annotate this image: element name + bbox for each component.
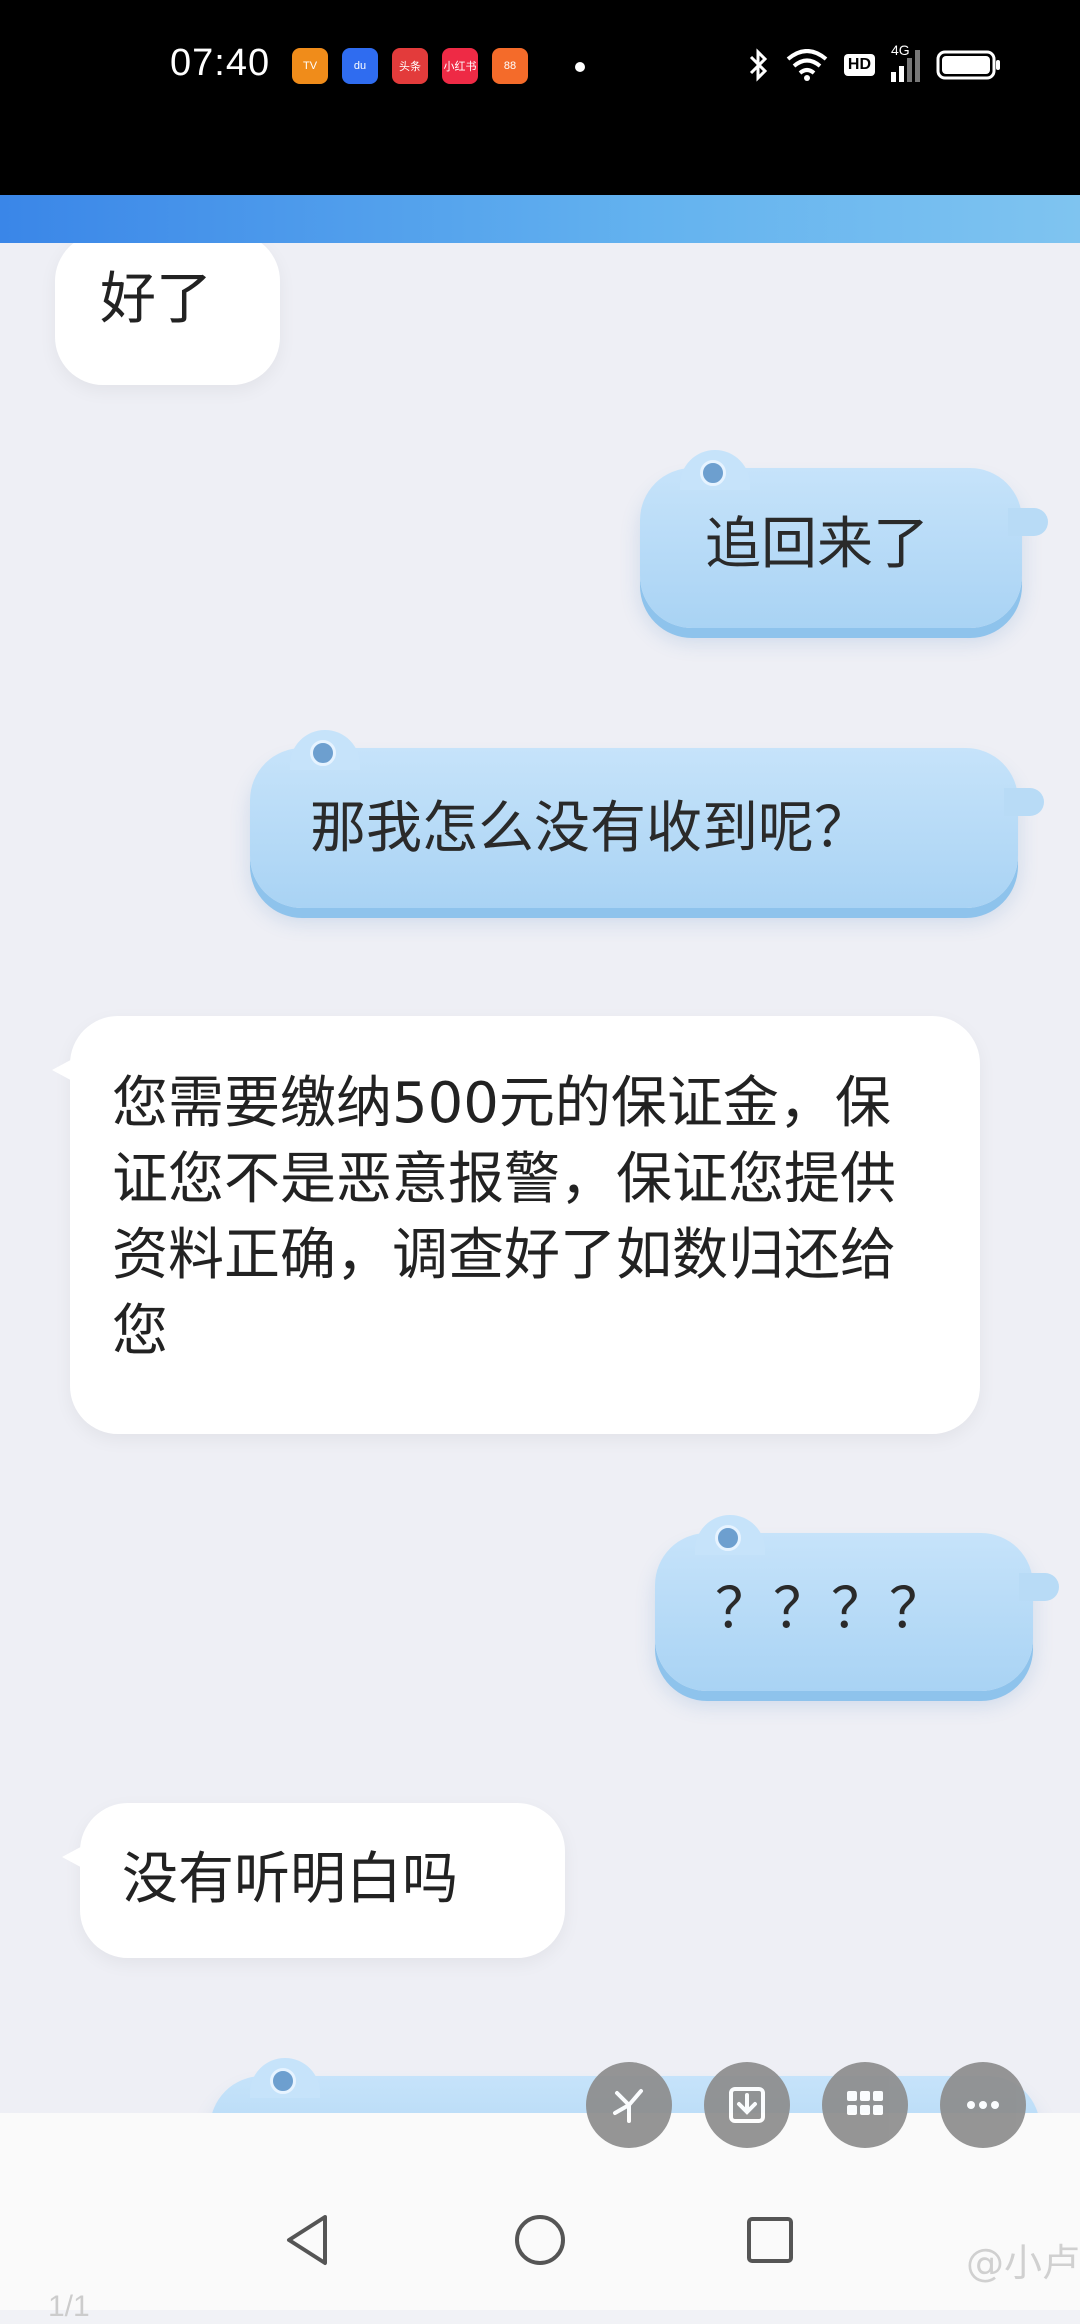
message-text: 没有听明白吗 <box>122 1847 458 1912</box>
download-icon <box>729 2087 765 2123</box>
message-bubble-sent[interactable]: ？？？？ <box>655 1515 1059 1691</box>
cellular-signal-icon: 4G <box>891 42 920 82</box>
message-text: 好了 <box>100 267 212 332</box>
more-icon <box>967 2101 999 2109</box>
share-button[interactable] <box>586 2062 672 2148</box>
more-notifications-dot <box>575 62 585 72</box>
bluetooth-icon <box>748 48 770 82</box>
hd-voice-badge: HD <box>843 54 875 76</box>
bubble-tail <box>62 1843 88 1871</box>
grid-button[interactable] <box>822 2062 908 2148</box>
message-bubble-sent[interactable]: 那我怎么没有收到呢？ <box>250 730 1044 908</box>
toutiao-icon: 头条 <box>392 48 428 84</box>
bubble-decoration-dot <box>310 740 336 766</box>
message-bubble-received[interactable]: 好了 <box>55 243 280 385</box>
mango-tv-icon: TV <box>292 48 328 84</box>
chat-header-strip <box>0 195 1080 243</box>
system-icons: HD 4G <box>748 42 1002 82</box>
recents-square-icon <box>747 2217 793 2263</box>
home-button[interactable] <box>500 2200 580 2280</box>
clock: 07:40 <box>170 42 271 84</box>
more-button[interactable] <box>940 2062 1026 2148</box>
battery-icon <box>936 50 1002 80</box>
share-icon <box>613 2089 643 2123</box>
message-text: 那我怎么没有收到呢？ <box>310 796 870 861</box>
download-button[interactable] <box>704 2062 790 2148</box>
wifi-icon <box>786 49 828 81</box>
status-bar: 07:40 TV du 头条 小红书 88 HD 4G <box>0 0 1080 195</box>
bubble-tail <box>52 1056 78 1084</box>
floating-actions <box>586 2062 1026 2148</box>
notification-app-icons: TV du 头条 小红书 88 <box>292 48 528 84</box>
message-bubble-sent[interactable]: 追回来了 <box>640 450 1048 628</box>
back-button[interactable] <box>268 2200 348 2280</box>
weibo-watermark: @小卢 <box>965 2241 1080 2285</box>
recents-button[interactable] <box>730 2200 810 2280</box>
grid-icon <box>847 2091 883 2115</box>
page-indicator: 1/1 <box>48 2290 90 2323</box>
home-circle-icon <box>515 2215 565 2265</box>
bubble-decoration-dot <box>270 2068 296 2094</box>
message-text: 您需要缴纳500元的保证金，保证您不是恶意报警，保证您提供资料正确，调查好了如数… <box>112 1071 896 1364</box>
message-bubble-received[interactable]: 您需要缴纳500元的保证金，保证您不是恶意报警，保证您提供资料正确，调查好了如数… <box>52 1016 980 1434</box>
chat-screenshot-area[interactable]: 好了 追回来了 那我怎么没有收到呢？ 您需要缴纳500元的保证金，保证您不是恶意… <box>0 243 1080 2113</box>
message-bubble-received[interactable]: 没有听明白吗 <box>62 1803 565 1958</box>
message-text: 追回来了 <box>705 512 929 577</box>
message-text: ？？？？ <box>715 1577 947 1642</box>
bubble-decoration-dot <box>700 460 726 486</box>
xiaohongshu-icon: 小红书 <box>442 48 478 84</box>
kuaishou-icon: 88 <box>492 48 528 84</box>
navigation-bar <box>0 2200 1080 2310</box>
baidu-icon: du <box>342 48 378 84</box>
back-triangle-icon <box>287 2215 327 2265</box>
network-type-label: 4G <box>891 42 910 58</box>
bubble-decoration-dot <box>715 1525 741 1551</box>
